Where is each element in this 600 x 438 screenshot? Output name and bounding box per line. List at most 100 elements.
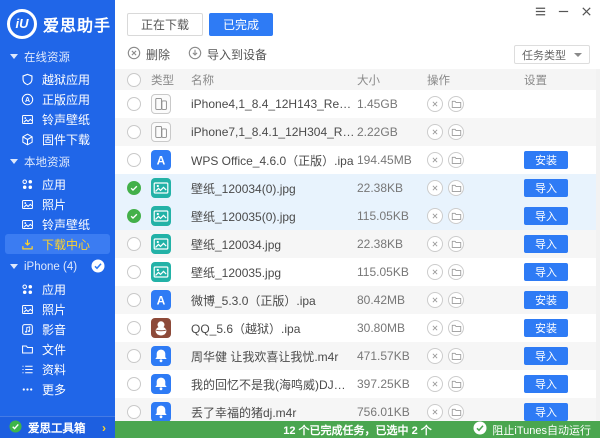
wallpaper-icon [20,197,34,211]
sidebar-item-local-apps[interactable]: 应用 [0,174,115,194]
table-row[interactable]: 壁纸_120034.jpg22.38KB导入 [115,230,600,258]
install-button[interactable]: 安装 [524,151,568,169]
minimize-icon[interactable] [556,4,570,18]
delete-task-button[interactable] [427,208,443,224]
sidebar-item-download-center[interactable]: 下载中心 [5,234,110,254]
table-row[interactable]: QQ_5.6（越狱）.ipa30.80MB安装 [115,314,600,342]
import-button[interactable]: 导入 [524,347,568,365]
sidebar-item-label: 影音 [42,321,66,338]
delete-task-button[interactable] [427,348,443,364]
file-name: 壁纸_120035(0).jpg [191,208,357,225]
sidebar-item-ringtones-wallpapers[interactable]: 铃声壁纸 [0,109,115,129]
import-button[interactable]: 导入 [524,403,568,421]
firmware-file-icon [151,94,171,114]
import-button[interactable]: 导入 [524,263,568,281]
delete-task-button[interactable] [427,320,443,336]
sidebar-item-iphone-photos[interactable]: 照片 [0,299,115,319]
row-checkbox[interactable] [127,125,141,139]
delete-task-button[interactable] [427,180,443,196]
delete-task-button[interactable] [427,236,443,252]
sidebar-item-firmware-download[interactable]: 固件下载 [0,129,115,149]
open-folder-button[interactable] [448,180,464,196]
sidebar-item-jailbreak-apps[interactable]: 越狱应用 [0,69,115,89]
open-folder-button[interactable] [448,152,464,168]
delete-task-button[interactable] [427,124,443,140]
menu-icon[interactable] [533,4,547,18]
install-button[interactable]: 安装 [524,291,568,309]
sidebar-item-iphone-files[interactable]: 文件 [0,339,115,359]
row-checkbox[interactable] [127,209,141,223]
table-row[interactable]: 壁纸_120035.jpg115.05KB导入 [115,258,600,286]
table-row[interactable]: 丢了幸福的猪dj.m4r756.01KB导入 [115,398,600,421]
grid-icon [20,177,34,191]
row-checkbox[interactable] [127,181,141,195]
sidebar-item-iphone-apps[interactable]: 应用 [0,279,115,299]
open-folder-button[interactable] [448,236,464,252]
file-name: iPhone4,1_8.4_12H143_Restore.ipsw [191,97,357,111]
delete-task-button[interactable] [427,404,443,420]
tab-completed[interactable]: 已完成 [209,13,273,36]
sidebar-section-online-resources[interactable]: 在线资源 [0,44,115,69]
delete-button[interactable]: 删除 [127,46,170,63]
open-folder-button[interactable] [448,348,464,364]
table-row[interactable]: iPhone7,1_8.4.1_12H304_Restore.ipsw2.22G… [115,118,600,146]
sidebar-section-local-resources[interactable]: 本地资源 [0,149,115,174]
cube-icon [20,132,34,146]
row-checkbox[interactable] [127,349,141,363]
row-checkbox[interactable] [127,265,141,279]
row-checkbox[interactable] [127,293,141,307]
open-folder-button[interactable] [448,376,464,392]
row-checkbox[interactable] [127,377,141,391]
sidebar-section-iphone[interactable]: iPhone (4) [0,254,115,279]
table-row[interactable]: AWPS Office_4.6.0（正版）.ipa194.45MB安装 [115,146,600,174]
delete-task-button[interactable] [427,292,443,308]
delete-task-button[interactable] [427,152,443,168]
open-folder-button[interactable] [448,208,464,224]
toolbox-bar[interactable]: 爱思工具箱 › [0,416,115,438]
block-itunes-autorun-toggle[interactable]: 阻止iTunes自动运行 [473,421,591,438]
install-button[interactable]: 安装 [524,319,568,337]
table-row[interactable]: A微博_5.3.0（正版）.ipa80.42MB安装 [115,286,600,314]
table-row[interactable]: iPhone4,1_8.4_12H143_Restore.ipsw1.45GB [115,90,600,118]
import-button[interactable]: 导入 [524,179,568,197]
sidebar-item-genuine-apps[interactable]: A正版应用 [0,89,115,109]
ringtone-file-icon [151,346,171,366]
open-folder-button[interactable] [448,124,464,140]
delete-task-button[interactable] [427,264,443,280]
delete-task-button[interactable] [427,96,443,112]
import-to-device-button[interactable]: 导入到设备 [188,46,267,63]
import-button[interactable]: 导入 [524,235,568,253]
sidebar-item-local-photos[interactable]: 照片 [0,194,115,214]
table-row[interactable]: 周华健 让我欢喜让我忧.m4r471.57KB导入 [115,342,600,370]
delete-task-button[interactable] [427,376,443,392]
select-all-checkbox[interactable] [127,73,141,87]
tab-downloading[interactable]: 正在下载 [127,13,203,36]
file-name: 我的回忆不是我(海鸣威)DJ版.m4r [191,376,357,393]
row-checkbox[interactable] [127,321,141,335]
row-checkbox[interactable] [127,405,141,419]
table-row[interactable]: 壁纸_120034(0).jpg22.38KB导入 [115,174,600,202]
import-button[interactable]: 导入 [524,207,568,225]
image-file-icon [151,262,171,282]
sidebar-item-iphone-data[interactable]: 资料 [0,359,115,379]
sidebar-item-local-ringtones-wallpapers[interactable]: 铃声壁纸 [0,214,115,234]
table-row[interactable]: 壁纸_120035(0).jpg115.05KB导入 [115,202,600,230]
sidebar-item-iphone-more[interactable]: 更多 [0,379,115,399]
open-folder-button[interactable] [448,96,464,112]
section-label: 本地资源 [24,154,70,170]
scrollbar[interactable] [596,69,600,421]
sidebar-item-label: 固件下载 [42,131,90,148]
row-checkbox[interactable] [127,97,141,111]
open-folder-button[interactable] [448,404,464,420]
row-checkbox[interactable] [127,237,141,251]
row-checkbox[interactable] [127,153,141,167]
open-folder-button[interactable] [448,264,464,280]
table-row[interactable]: 我的回忆不是我(海鸣威)DJ版.m4r397.25KB导入 [115,370,600,398]
open-folder-button[interactable] [448,292,464,308]
open-folder-button[interactable] [448,320,464,336]
import-button[interactable]: 导入 [524,375,568,393]
svg-text:A: A [24,97,29,104]
task-type-dropdown[interactable]: 任务类型 [514,45,590,64]
close-icon[interactable] [579,4,593,18]
sidebar-item-iphone-media[interactable]: 影音 [0,319,115,339]
